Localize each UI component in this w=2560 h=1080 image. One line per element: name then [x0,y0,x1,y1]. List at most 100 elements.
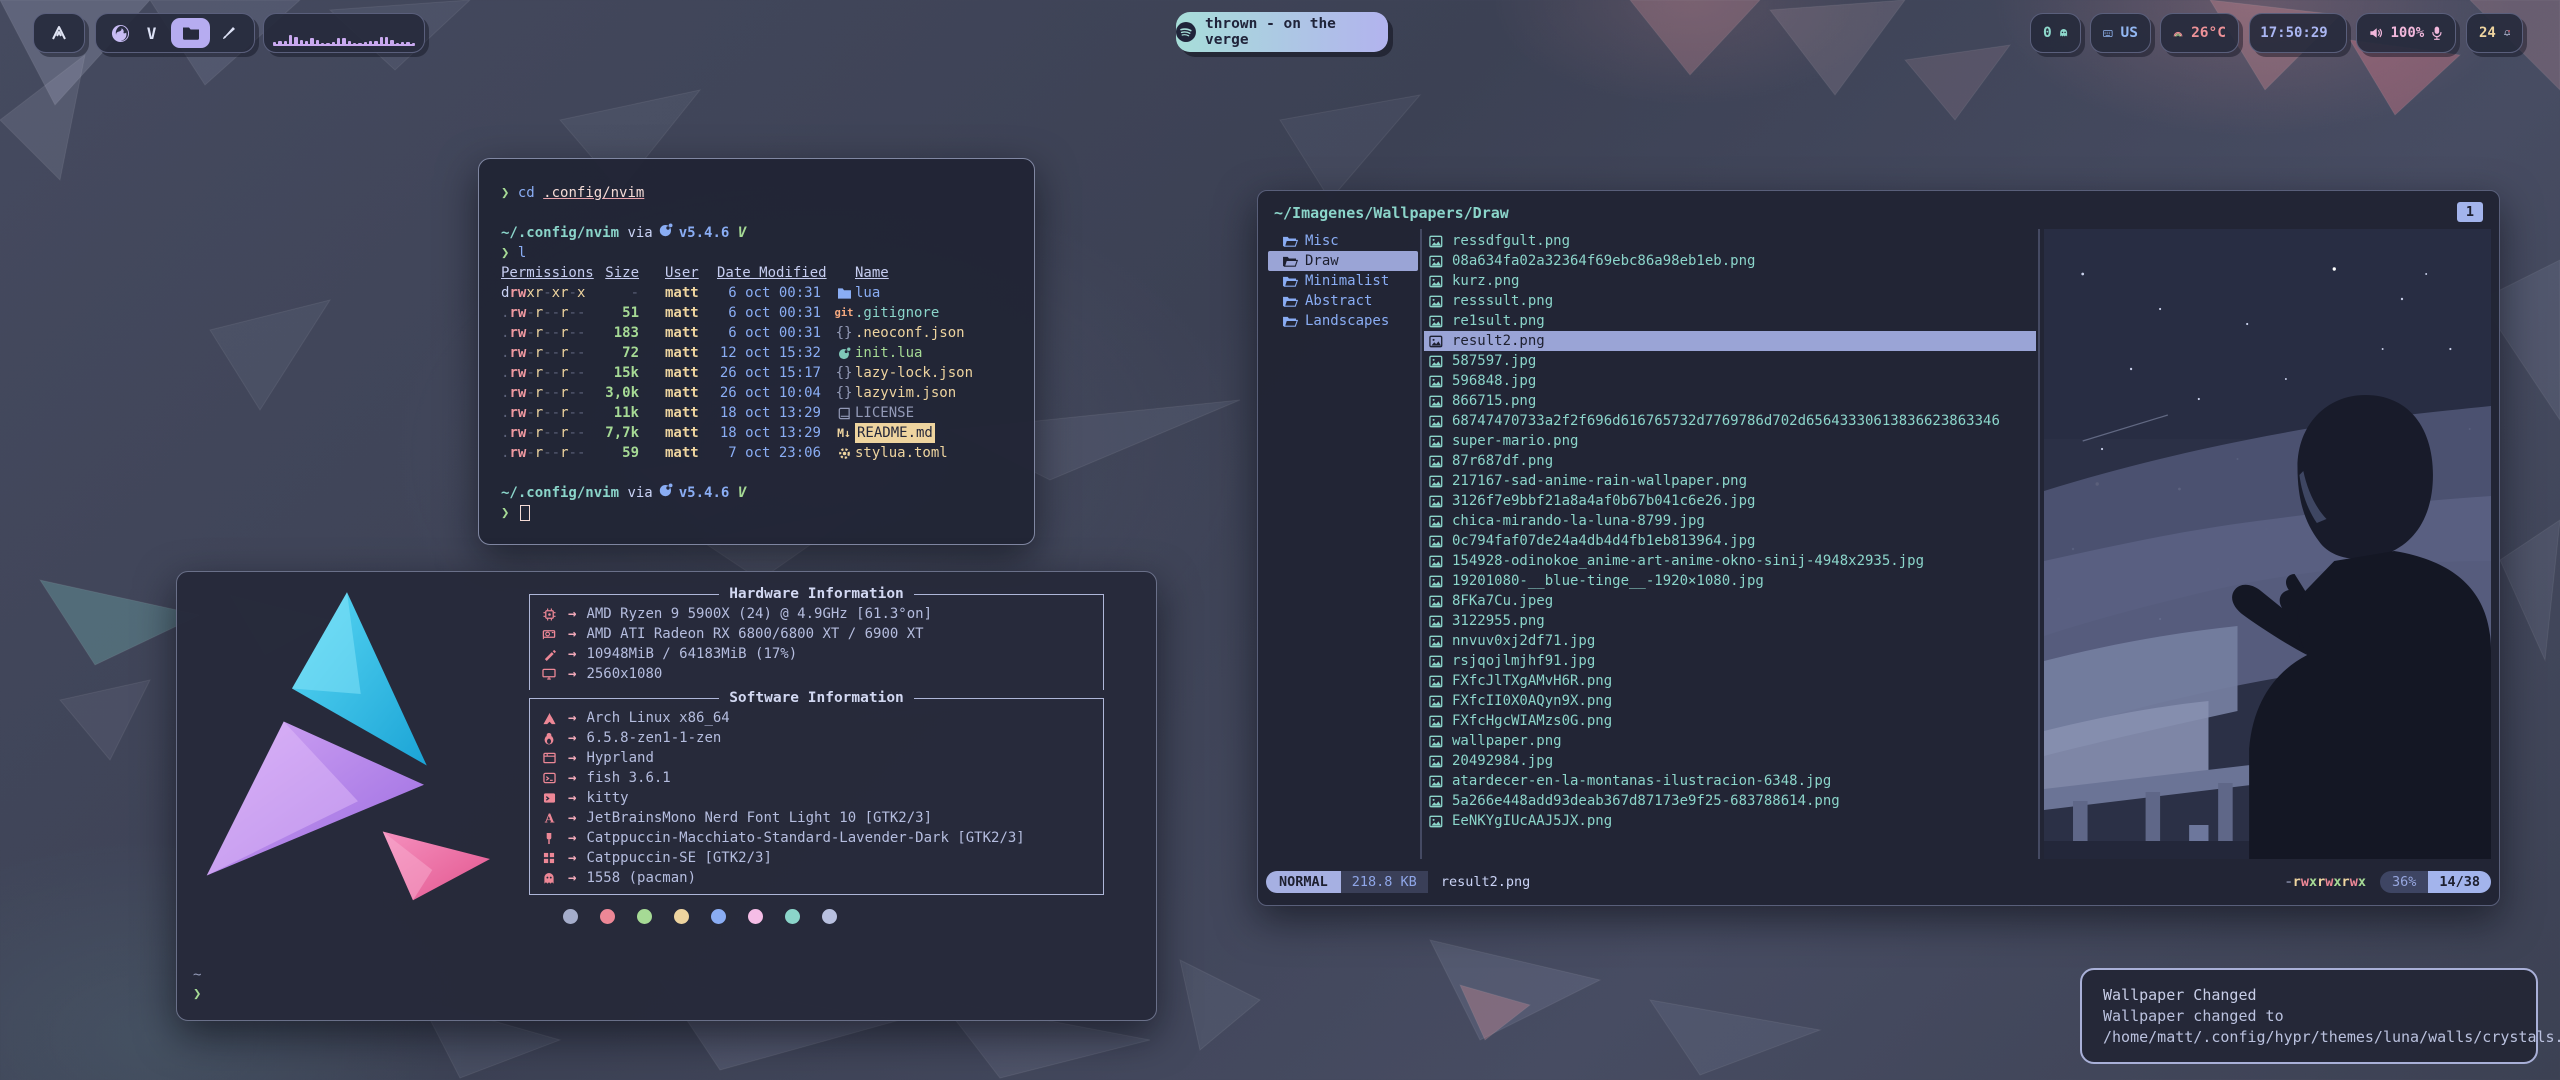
audio-module[interactable]: 100% [2356,13,2456,53]
launcher-button[interactable] [33,13,85,53]
file-row[interactable]: kurz.png [1424,271,2036,291]
audio-volume: 100% [2391,25,2425,41]
workspaces-module[interactable]: V [95,13,255,53]
folder-icon [182,25,200,41]
image-file-icon [1429,435,1446,448]
file-row[interactable]: re1sult.png [1424,311,2036,331]
tab-count-badge[interactable]: 1 [2457,202,2483,222]
file-permissions: -rwxrwxrwx [2285,874,2366,890]
file-row[interactable]: 8FKa7Cu.jpeg [1424,591,2036,611]
command-text: cd [518,183,535,203]
parent-directory-pane: MiscDrawMinimalistAbstractLandscapes [1268,229,1418,859]
image-file-icon [1429,635,1446,648]
command-text: l [518,243,526,263]
packages-icon [540,872,558,885]
sidebar-item-abstract[interactable]: Abstract [1268,291,1418,311]
workspace-vim[interactable]: V [140,18,163,48]
icons-icon [540,852,558,864]
file-row[interactable]: 0c794faf07de24a4db4d4fb1eb813964.jpg [1424,531,2036,551]
fetch-prompt[interactable]: ~ ❯ [193,966,201,1004]
file-row[interactable]: 68747470733a2f2f696d616765732d7769786d70… [1424,411,2036,431]
file-row[interactable]: FXfcJlTXgAMvH6R.png [1424,671,2036,691]
file-listing-row: .rw-r--r--7,7kmatt18 oct 13:29M↓README.m… [501,423,1012,443]
file-row[interactable]: 19201080-__blue-tinge__-1920×1080.jpg [1424,571,2036,591]
markdown-icon: M↓ [833,423,855,443]
file-manager-window[interactable]: ~/Imagenes/Wallpapers/Draw 1 MiscDrawMin… [1257,190,2500,906]
terminal-prompt-line[interactable]: ❯ [501,503,1012,523]
pacman-ghost-icon [2059,25,2068,41]
git-icon: git [833,303,855,323]
fetch-info-row: →Catppuccin-Macchiato-Standard-Lavender-… [540,828,1093,848]
fetch-window[interactable]: Hardware Information →AMD Ryzen 9 5900X … [176,571,1157,1021]
image-file-icon [1429,395,1446,408]
file-row[interactable]: 08a634fa02a32364f69ebc86a98eb1eb.png [1424,251,2036,271]
updates-module[interactable]: 0 [2030,13,2081,53]
sidebar-item-misc[interactable]: Misc [1268,231,1418,251]
sidebar-item-draw[interactable]: Draw [1268,251,1418,271]
image-file-icon [1429,815,1446,828]
brush-icon [220,24,238,42]
file-row[interactable]: FXfcII0X0AQyn9X.png [1424,691,2036,711]
image-file-icon [1429,375,1446,388]
workspace-firefox[interactable] [109,18,132,48]
firefox-icon [111,24,130,43]
file-row[interactable]: 3126f7e9bbf21a8a4af0b67b041c6e26.jpg [1424,491,2036,511]
file-row[interactable]: chica-mirando-la-luna-8799.jpg [1424,511,2036,531]
pane-divider [1420,229,1422,859]
file-row[interactable]: 217167-sad-anime-rain-wallpaper.png [1424,471,2036,491]
notification-title: Wallpaper Changed [2103,985,2515,1006]
terminal-window[interactable]: ❯ cd .config/nvim ~/.config/nvim viav5.4… [478,158,1035,545]
image-file-icon [1429,615,1446,628]
weather-module[interactable]: 26°C [2160,13,2239,53]
file-list-pane: ressdfgult.png08a634fa02a32364f69ebc86a9… [1424,229,2036,859]
file-row[interactable]: ressdfgult.png [1424,231,2036,251]
shell-context-line: ~/.config/nvim viav5.4.6 V [501,483,1012,503]
file-row[interactable]: resssult.png [1424,291,2036,311]
workspace-brush[interactable] [218,18,241,48]
notifications-module[interactable]: 24 [2466,13,2523,53]
file-row[interactable]: super-mario.png [1424,431,2036,451]
file-row[interactable]: rsjqojlmjhf91.jpg [1424,651,2036,671]
gpu-icon [540,628,558,640]
file-listing-row: .rw-r--r--11kmatt18 oct 13:29LICENSE [501,403,1012,423]
image-file-icon [1429,795,1446,808]
memory-icon [540,648,558,661]
file-listing-row: .rw-r--r--15kmatt26 oct 15:17{}lazy-lock… [501,363,1012,383]
arrow-icon: → [568,870,576,886]
file-row[interactable]: wallpaper.png [1424,731,2036,751]
file-row[interactable]: EeNKYgIUcAAJ5JX.png [1424,811,2036,831]
image-file-icon [1429,555,1446,568]
chevron-up-icon [49,23,69,43]
file-row[interactable]: 5a266e448add93deab367d87173e9f25-6837886… [1424,791,2036,811]
image-preview-art [2044,229,2491,859]
braces-icon: {} [833,383,855,403]
file-row[interactable]: 87r687df.png [1424,451,2036,471]
file-row[interactable]: atardecer-en-la-montanas-ilustracion-634… [1424,771,2036,791]
cwd-path: ~/.config/nvim [501,223,619,243]
palette-dot [637,909,652,924]
fetch-info-row: →fish 3.6.1 [540,768,1093,788]
file-listing-row: drwxr-xr-x-matt6 oct 00:31lua [501,283,1012,303]
microphone-icon [2431,25,2443,41]
sidebar-item-landscapes[interactable]: Landscapes [1268,311,1418,331]
braces-icon: {} [833,323,855,343]
sidebar-item-minimalist[interactable]: Minimalist [1268,271,1418,291]
clock-module[interactable]: 17:50:29 [2249,13,2347,53]
file-row[interactable]: 154928-odinokoe_anime-art-anime-okno-sin… [1424,551,2036,571]
folder-open-icon [1282,275,1300,288]
workspace-files-active[interactable] [171,18,210,48]
palette-dot [600,909,615,924]
file-row[interactable]: 596848.jpg [1424,371,2036,391]
file-row[interactable]: 20492984.jpg [1424,751,2036,771]
audio-visualizer[interactable] [263,13,425,53]
file-row[interactable]: 866715.png [1424,391,2036,411]
file-row[interactable]: 587597.jpg [1424,351,2036,371]
notification-toast[interactable]: Wallpaper Changed Wallpaper changed to /… [2080,968,2538,1064]
keyboard-layout-module[interactable]: US [2090,13,2151,53]
media-player-pill[interactable]: thrown - on the verge [1176,12,1388,52]
file-row[interactable]: 3122955.png [1424,611,2036,631]
file-row[interactable]: FXfcHgcWIAMzs0G.png [1424,711,2036,731]
file-row[interactable]: result2.png [1424,331,2036,351]
file-row[interactable]: nnvuv0xj2df71.jpg [1424,631,2036,651]
moon-icon [833,347,855,360]
